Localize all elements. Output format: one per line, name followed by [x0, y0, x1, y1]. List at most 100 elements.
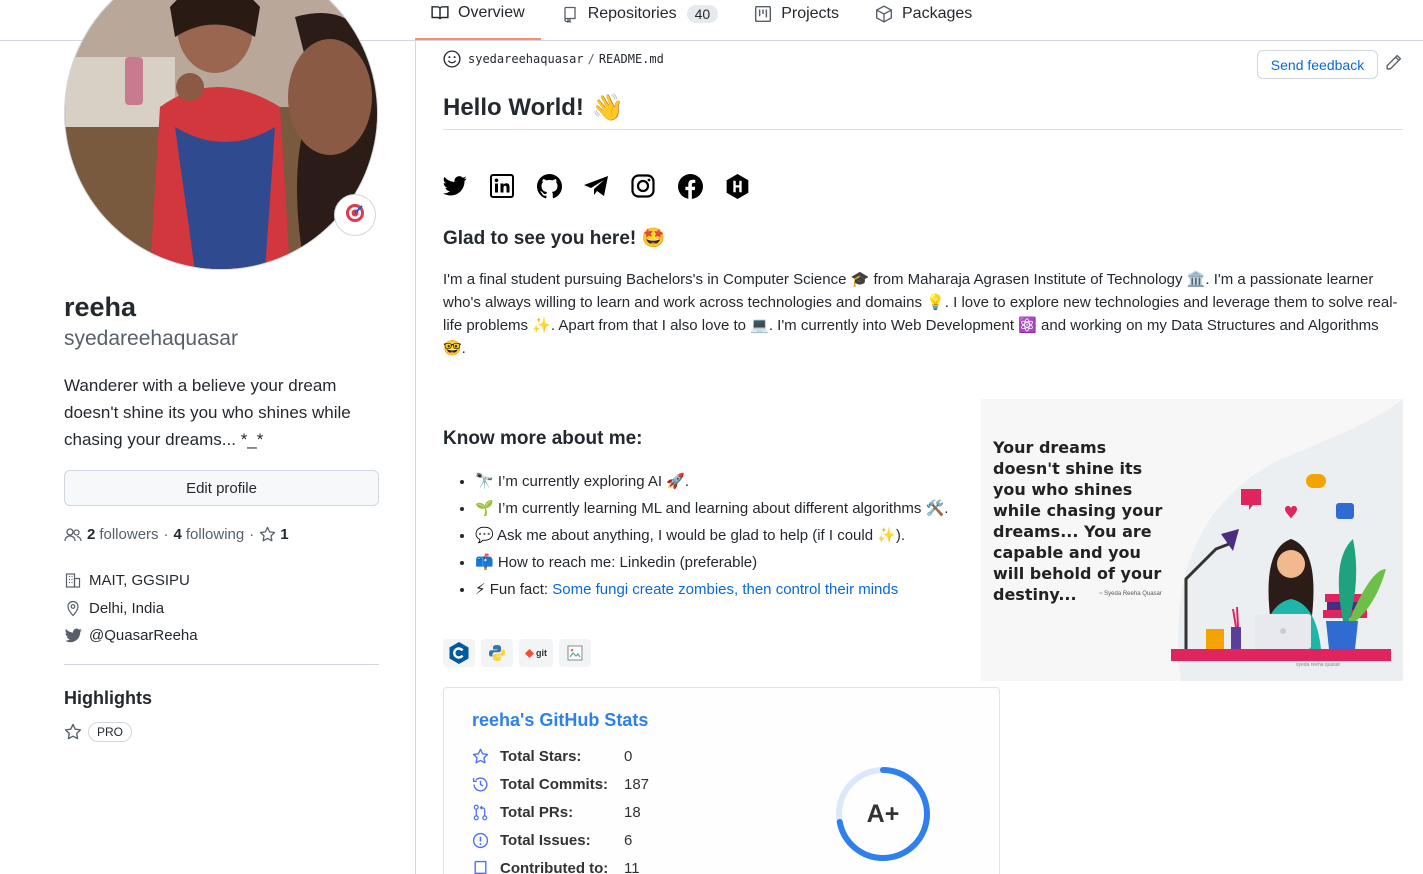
twitter-link[interactable] [443, 174, 467, 198]
edit-profile-button[interactable]: Edit profile [64, 470, 379, 506]
profile-twitter[interactable]: @QuasarReeha [64, 627, 198, 644]
stat-row: Total Commits: 187 [472, 776, 649, 793]
stat-value: 11 [624, 860, 640, 874]
followers-count: 2 [87, 526, 96, 543]
tech-badges: git [443, 639, 597, 667]
star-icon [472, 748, 490, 765]
quote-footer: syeda reeha quasar [1296, 662, 1341, 668]
profile-bio: Wanderer with a believe your dream doesn… [64, 376, 351, 449]
profile-company: MAIT, GGSIPU [64, 572, 190, 589]
breadcrumb-separator: / [587, 52, 595, 66]
instagram-icon [631, 174, 655, 198]
git-label: git [536, 648, 547, 658]
list-item: 💬 Ask me about anything, I would be glad… [475, 524, 965, 547]
stat-label: Contributed to: [500, 860, 609, 874]
readme-owner-link[interactable]: syedareehaquasar [468, 52, 584, 66]
company-text: MAIT, GGSIPU [89, 572, 190, 589]
star-icon [64, 723, 82, 741]
following-label: following [185, 526, 245, 543]
history-icon [472, 776, 490, 793]
profile-login: syedareehaquasar [64, 327, 238, 350]
hashnode-link[interactable] [725, 173, 750, 199]
glad-heading-text: Glad to see you here! [443, 228, 637, 249]
readme-title-text: Hello World! [443, 93, 584, 121]
grade-ring: A+ [836, 767, 930, 861]
pro-badge: PRO [88, 722, 133, 742]
avatar[interactable] [64, 0, 378, 270]
git-icon [525, 648, 534, 658]
highlights-heading: Highlights [64, 688, 152, 708]
fun-fact-link[interactable]: Some fungi create zombies, then control … [552, 581, 898, 598]
github-link[interactable] [536, 173, 562, 198]
tab-repositories[interactable]: Repositories 40 [545, 0, 735, 28]
stars-link[interactable]: 1 [259, 526, 292, 543]
stat-label: Total Commits: [500, 776, 609, 793]
followers-link[interactable]: 2 followers [87, 526, 159, 543]
facebook-link[interactable] [677, 173, 703, 199]
target-icon [345, 203, 365, 228]
grade-text: A+ [867, 800, 900, 828]
broken-image-icon [566, 644, 584, 662]
stat-value: 0 [624, 748, 633, 765]
list-item: 🔭 I’m currently exploring AI 🚀. [475, 470, 965, 493]
issue-icon [472, 832, 490, 849]
stat-row: Contributed to: 11 [472, 860, 640, 874]
list-item: 🌱 I’m currently learning ML and learning… [475, 497, 965, 520]
quote-illustration: Your dreams doesn't shine its you who sh… [981, 399, 1403, 681]
followers-label: followers [99, 526, 159, 543]
stat-row: Total PRs: 18 [472, 804, 641, 821]
tech-badge: git [519, 639, 553, 667]
twitter-icon [443, 176, 467, 196]
readme-title: Hello World! 👋 [443, 92, 1403, 130]
profile-tabs: Overview Repositories 40 Projects Packag… [415, 0, 1423, 41]
tech-badge [443, 639, 475, 667]
tech-badge [481, 639, 513, 667]
sidebar-divider [64, 664, 379, 665]
location-text: Delhi, India [89, 600, 165, 617]
twitter-handle: @QuasarReeha [89, 627, 198, 644]
telegram-link[interactable] [584, 174, 608, 198]
readme-breadcrumb: syedareehaquasar / README.md [443, 50, 664, 68]
tab-projects[interactable]: Projects [738, 0, 855, 28]
status-emoji-button[interactable] [334, 194, 376, 236]
tab-label: Packages [902, 5, 973, 22]
separator: · [249, 526, 255, 543]
pull-request-icon [472, 804, 490, 821]
smiley-icon [443, 50, 461, 68]
facebook-icon [677, 173, 703, 199]
list-item: ⚡ Fun fact: Some fungi create zombies, t… [475, 578, 965, 601]
quote-text: Your dreams doesn't shine its you who sh… [993, 438, 1163, 604]
stat-value: 187 [624, 776, 650, 793]
send-feedback-button[interactable]: Send feedback [1257, 50, 1378, 79]
readme-file-link[interactable]: README.md [599, 52, 664, 66]
social-links [443, 173, 772, 199]
star-struck-icon: 🤩 [641, 228, 666, 249]
linkedin-link[interactable] [490, 174, 514, 198]
python-icon [488, 644, 506, 662]
stars-count: 1 [280, 526, 289, 543]
about-list: 🔭 I’m currently exploring AI 🚀. 🌱 I’m cu… [455, 470, 965, 605]
tab-label: Projects [781, 5, 839, 22]
edit-readme-button[interactable] [1385, 54, 1402, 76]
fun-fact-prefix: ⚡ Fun fact: [475, 581, 553, 598]
book-icon [431, 4, 449, 22]
following-link[interactable]: 4 following [174, 526, 245, 543]
instagram-link[interactable] [631, 174, 655, 198]
stats-title: reeha's GitHub Stats [472, 710, 649, 730]
telegram-icon [583, 175, 609, 197]
project-icon [754, 5, 772, 23]
tab-overview[interactable]: Overview [415, 0, 541, 40]
hashnode-icon [725, 173, 750, 199]
tech-badge [559, 639, 591, 667]
repo-icon [561, 5, 579, 23]
pro-highlight: PRO [64, 722, 133, 742]
following-count: 4 [173, 526, 182, 543]
organization-icon [64, 572, 82, 589]
linkedin-icon [490, 174, 514, 198]
stat-label: Total PRs: [500, 804, 574, 821]
stat-value: 18 [624, 804, 641, 821]
stat-row: Total Stars: 0 [472, 748, 632, 765]
tab-packages[interactable]: Packages [859, 0, 988, 28]
tab-label: Overview [458, 4, 525, 21]
repo-icon [472, 860, 490, 874]
